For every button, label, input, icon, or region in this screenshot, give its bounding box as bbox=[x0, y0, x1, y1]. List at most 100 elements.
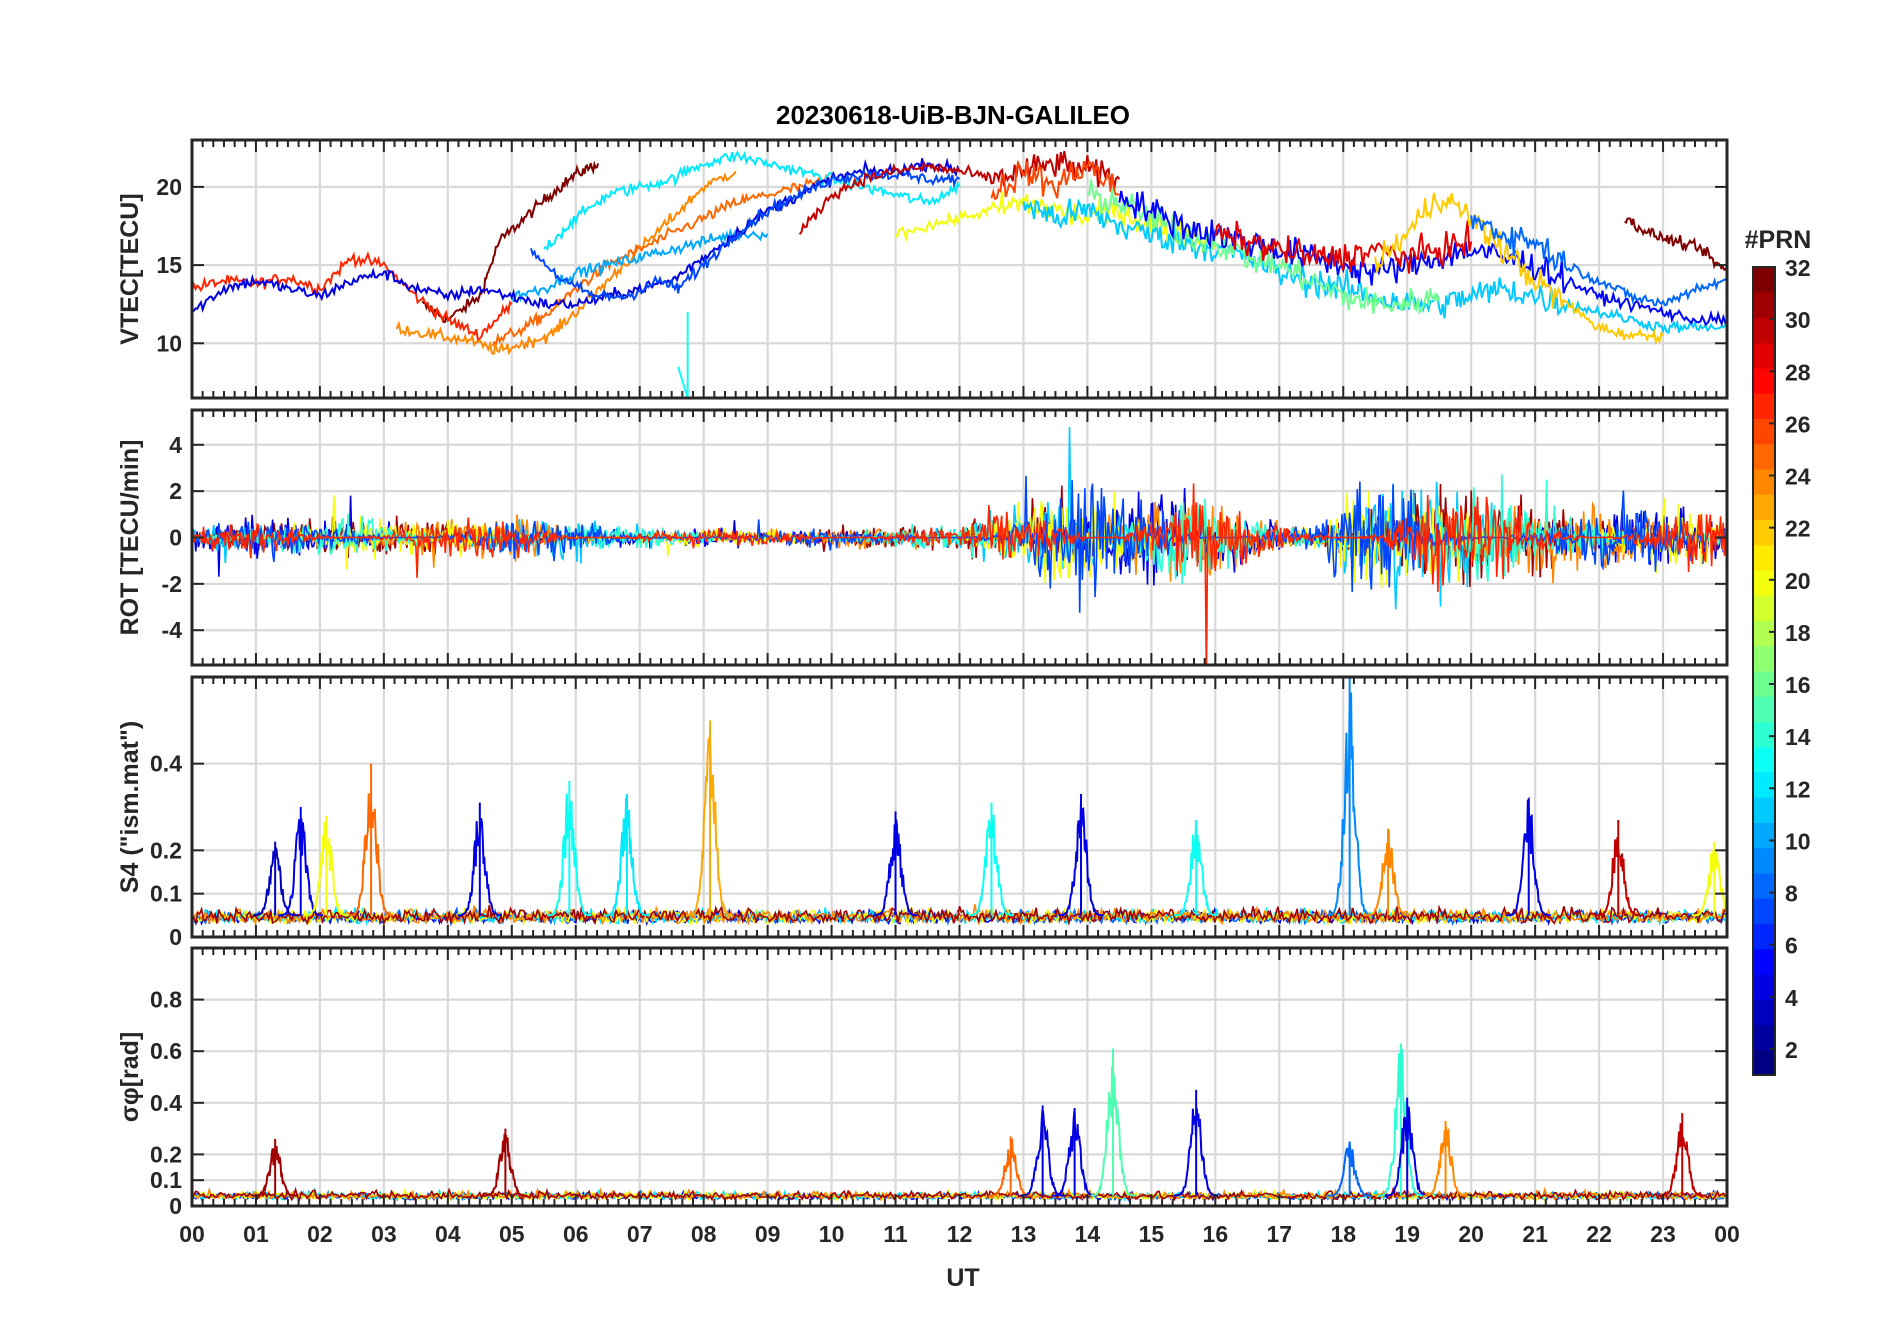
colorbar-tick-label: 6 bbox=[1785, 933, 1798, 959]
x-tick-label: 16 bbox=[1203, 1221, 1229, 1247]
y-tick-label: 0.4 bbox=[150, 1090, 182, 1116]
chart-title: 20230618-UiB-BJN-GALILEO bbox=[776, 100, 1130, 130]
x-tick-label: 17 bbox=[1266, 1221, 1292, 1247]
colorbar-swatch bbox=[1753, 999, 1775, 1025]
colorbar-swatch bbox=[1753, 696, 1775, 722]
colorbar-swatch bbox=[1753, 620, 1775, 647]
colorbar-tick-label: 18 bbox=[1785, 620, 1811, 646]
panel-2: -4 -2 0 2 4 ROT [TECU/min] bbox=[116, 408, 1729, 667]
colorbar-tick-label: 14 bbox=[1785, 724, 1811, 750]
x-tick-label: 02 bbox=[307, 1221, 333, 1247]
colorbar-tick-label: 16 bbox=[1785, 672, 1811, 698]
x-tick-label: 10 bbox=[819, 1221, 845, 1247]
colorbar-tick-label: 2 bbox=[1785, 1037, 1798, 1063]
colorbar-swatch bbox=[1753, 494, 1775, 520]
panel-4: 00.10.2 0.4 0.6 0.8σφ[rad] bbox=[116, 946, 1729, 1219]
x-tick-label: 18 bbox=[1330, 1221, 1356, 1247]
y-tick-label: 2 bbox=[169, 478, 182, 504]
colorbar-swatch bbox=[1753, 721, 1775, 748]
x-tick-label: 04 bbox=[435, 1221, 461, 1247]
y-tick-label: 0 bbox=[169, 924, 182, 950]
colorbar-swatch bbox=[1753, 519, 1775, 546]
colorbar-swatch bbox=[1753, 873, 1775, 899]
colorbar: 32 30 28 26 24 22 20 18 16 14 12 10 8 6 4 2 #PRN bbox=[1745, 226, 1811, 1076]
y-tick-label: 0.1 bbox=[150, 881, 182, 907]
y-tick-label: 0.6 bbox=[150, 1038, 182, 1064]
y-tick-label: 0 bbox=[169, 1193, 182, 1219]
colorbar-swatch bbox=[1753, 797, 1775, 823]
x-tick-label: 07 bbox=[627, 1221, 653, 1247]
vtec-series-prn-27 bbox=[192, 251, 513, 344]
y-tick-label: 0.2 bbox=[150, 1141, 182, 1167]
colorbar-swatch bbox=[1753, 544, 1775, 571]
y-axis-label: σφ[rad] bbox=[116, 1032, 144, 1123]
figure: 20230618-UiB-BJN-GALILEO 101520VTEC[TECU… bbox=[116, 100, 1811, 1292]
x-tick-label: 12 bbox=[947, 1221, 973, 1247]
y-tick-label: 10 bbox=[156, 330, 182, 356]
colorbar-swatch bbox=[1753, 418, 1775, 445]
x-tick-label: 22 bbox=[1586, 1221, 1612, 1247]
colorbar-swatch bbox=[1753, 1049, 1775, 1076]
y-tick-label: 20 bbox=[156, 174, 182, 200]
panels: 101520VTEC[TECU]-4-2024ROT [TECU/min]00.… bbox=[116, 138, 1729, 1219]
colorbar-swatch bbox=[1753, 948, 1775, 975]
panel-3: 0 0.1 0.2 0.4S4 ("ism.mat") bbox=[116, 675, 1729, 950]
x-axis-label: UT bbox=[946, 1264, 979, 1292]
colorbar-swatch bbox=[1753, 393, 1775, 419]
colorbar-tick-label: 4 bbox=[1785, 985, 1798, 1011]
colorbar-tick-label: 30 bbox=[1785, 307, 1811, 333]
panel-1: 10 15 20 VTEC[TECU] bbox=[116, 138, 1729, 400]
x-tick-label: 09 bbox=[755, 1221, 781, 1247]
colorbar-tick-label: 22 bbox=[1785, 516, 1811, 542]
y-tick-label: 0 bbox=[169, 525, 182, 551]
colorbar-tick-label: 20 bbox=[1785, 568, 1811, 594]
x-tick-label: 19 bbox=[1394, 1221, 1420, 1247]
colorbar-swatch bbox=[1753, 469, 1775, 495]
colorbar-tick-label: 24 bbox=[1785, 464, 1811, 490]
y-tick-label: 0.1 bbox=[150, 1167, 182, 1193]
colorbar-tick-label: 26 bbox=[1785, 411, 1811, 437]
colorbar-swatch bbox=[1753, 317, 1775, 344]
x-tick-label: 00 bbox=[179, 1221, 205, 1247]
colorbar-tick-label: 12 bbox=[1785, 776, 1811, 802]
y-tick-label: 15 bbox=[156, 252, 182, 278]
colorbar-swatch bbox=[1753, 772, 1775, 798]
x-tick-label: 01 bbox=[243, 1221, 269, 1247]
colorbar-swatch bbox=[1753, 847, 1775, 874]
y-axis-label: S4 ("ism.mat") bbox=[116, 721, 144, 893]
y-tick-label: 0.8 bbox=[150, 987, 182, 1013]
x-tick-label: 14 bbox=[1075, 1221, 1101, 1247]
colorbar-swatch bbox=[1753, 342, 1775, 369]
x-tick-label: 13 bbox=[1011, 1221, 1037, 1247]
x-tick-label: 03 bbox=[371, 1221, 397, 1247]
colorbar-tick-label: 28 bbox=[1785, 359, 1811, 385]
x-tick-label: 05 bbox=[499, 1221, 525, 1247]
colorbar-tick-label: 8 bbox=[1785, 881, 1798, 907]
y-tick-label: -2 bbox=[162, 571, 182, 597]
colorbar-swatch bbox=[1753, 443, 1775, 470]
colorbar-swatch bbox=[1753, 746, 1775, 773]
colorbar-swatch bbox=[1753, 570, 1775, 596]
plot-area bbox=[192, 677, 1727, 927]
y-tick-label: 0.2 bbox=[150, 837, 182, 863]
colorbar-swatch bbox=[1753, 898, 1775, 924]
x-tick-label: 00 bbox=[1714, 1221, 1740, 1247]
y-tick-label: 4 bbox=[169, 432, 182, 458]
y-tick-label: 0.4 bbox=[150, 751, 182, 777]
y-axis-label: ROT [TECU/min] bbox=[116, 440, 144, 636]
x-tick-label: 23 bbox=[1650, 1221, 1676, 1247]
x-tick-label: 21 bbox=[1522, 1221, 1548, 1247]
colorbar-swatch bbox=[1753, 292, 1775, 318]
colorbar-tick-label: 32 bbox=[1785, 255, 1811, 281]
colorbar-swatch bbox=[1753, 645, 1775, 672]
colorbar-swatch bbox=[1753, 822, 1775, 849]
colorbar-swatch bbox=[1753, 1024, 1775, 1051]
x-tick-label: 15 bbox=[1139, 1221, 1165, 1247]
x-tick-label: 20 bbox=[1458, 1221, 1484, 1247]
x-tick-label: 06 bbox=[563, 1221, 589, 1247]
colorbar-tick-label: 10 bbox=[1785, 828, 1811, 854]
x-tick-label: 08 bbox=[691, 1221, 717, 1247]
y-tick-label: -4 bbox=[162, 617, 183, 643]
x-axis-ticks: 00 01 02 03 04 05 06 07 08 09 10 11 12 13 14 15 16 17 18 19… bbox=[179, 1221, 1740, 1247]
colorbar-swatch bbox=[1753, 595, 1775, 621]
